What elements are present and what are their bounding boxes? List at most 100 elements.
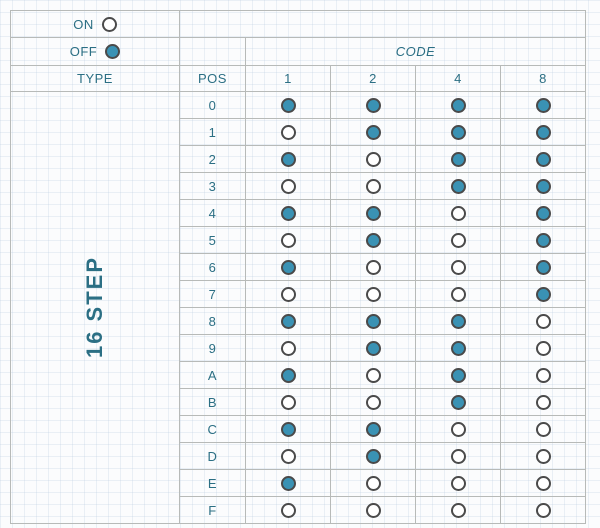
dot-filled-icon — [451, 341, 466, 356]
dot-filled-icon — [451, 314, 466, 329]
code-cell — [501, 470, 586, 497]
code-cell — [416, 416, 501, 443]
dot-filled-icon — [366, 206, 381, 221]
code-col-header: 8 — [501, 66, 586, 92]
code-cell — [501, 308, 586, 335]
dot-filled-icon — [281, 152, 296, 167]
code-cell — [501, 497, 586, 524]
dot-open-icon — [451, 503, 466, 518]
code-cell — [331, 497, 416, 524]
dot-open-icon — [536, 368, 551, 383]
dot-filled-icon — [281, 476, 296, 491]
pos-cell: A — [180, 362, 246, 389]
legend-blank — [180, 10, 586, 38]
code-cell — [416, 389, 501, 416]
code-cell — [246, 200, 331, 227]
code-cell — [501, 443, 586, 470]
dot-open-icon — [281, 287, 296, 302]
code-cell — [416, 119, 501, 146]
dot-open-icon — [281, 503, 296, 518]
code-cell — [246, 362, 331, 389]
dot-open-icon — [366, 395, 381, 410]
code-cell — [501, 173, 586, 200]
code-cell — [246, 308, 331, 335]
code-cell — [501, 92, 586, 119]
code-cell — [501, 119, 586, 146]
pos-cell: E — [180, 470, 246, 497]
pos-cell: D — [180, 443, 246, 470]
type-header: TYPE — [10, 66, 180, 92]
code-cell — [501, 416, 586, 443]
dot-open-icon — [366, 179, 381, 194]
dot-open-icon — [281, 449, 296, 464]
type-cell: 16 STEP — [10, 92, 180, 524]
dot-open-icon — [536, 341, 551, 356]
legend-off-label: OFF — [70, 44, 98, 59]
dot-open-icon — [536, 503, 551, 518]
code-cell — [416, 92, 501, 119]
code-cell — [501, 146, 586, 173]
dot-open-icon — [451, 260, 466, 275]
dot-open-icon — [366, 368, 381, 383]
code-cell — [331, 146, 416, 173]
dot-filled-icon — [366, 98, 381, 113]
code-cell — [246, 470, 331, 497]
dot-filled-icon — [451, 368, 466, 383]
pos-header: POS — [180, 66, 246, 92]
pos-cell: B — [180, 389, 246, 416]
code-cell — [331, 254, 416, 281]
dot-open-icon — [451, 206, 466, 221]
code-cell — [331, 308, 416, 335]
dot-filled-icon — [281, 422, 296, 437]
dot-filled-icon — [366, 449, 381, 464]
code-cell — [246, 92, 331, 119]
code-cell — [246, 443, 331, 470]
dot-filled-icon — [536, 233, 551, 248]
dot-filled-icon — [536, 260, 551, 275]
dot-open-icon — [536, 314, 551, 329]
dot-filled-icon — [536, 125, 551, 140]
code-cell — [246, 173, 331, 200]
dot-filled-icon — [451, 125, 466, 140]
pos-cell: F — [180, 497, 246, 524]
code-col-header: 2 — [331, 66, 416, 92]
dot-open-icon — [366, 260, 381, 275]
dot-open-icon — [451, 233, 466, 248]
dot-filled-icon — [281, 368, 296, 383]
code-cell — [246, 389, 331, 416]
dot-filled-icon — [366, 422, 381, 437]
code-cell — [501, 281, 586, 308]
pos-cell: 3 — [180, 173, 246, 200]
code-cell — [416, 281, 501, 308]
dot-open-icon — [536, 395, 551, 410]
code-cell — [416, 362, 501, 389]
code-cell — [416, 497, 501, 524]
pos-cell: 7 — [180, 281, 246, 308]
type-label: 16 STEP — [82, 256, 108, 358]
dot-open-icon — [281, 341, 296, 356]
dot-open-icon — [536, 422, 551, 437]
dot-filled-icon — [366, 233, 381, 248]
dot-open-icon — [536, 449, 551, 464]
code-cell — [331, 173, 416, 200]
code-cell — [331, 362, 416, 389]
code-col-header: 4 — [416, 66, 501, 92]
pos-cell: 0 — [180, 92, 246, 119]
code-cell — [501, 254, 586, 281]
code-cell — [331, 200, 416, 227]
code-cell — [246, 227, 331, 254]
legend-on-cell: ON — [10, 10, 180, 38]
code-cell — [331, 389, 416, 416]
code-cell — [501, 227, 586, 254]
code-cell — [416, 227, 501, 254]
code-cell — [331, 470, 416, 497]
legend-on-label: ON — [73, 17, 94, 32]
code-cell — [331, 281, 416, 308]
dot-open-icon — [281, 179, 296, 194]
code-cell — [331, 227, 416, 254]
dot-filled-icon — [366, 314, 381, 329]
dot-filled-icon — [536, 206, 551, 221]
code-cell — [331, 92, 416, 119]
dot-filled-icon — [451, 98, 466, 113]
code-cell — [416, 146, 501, 173]
